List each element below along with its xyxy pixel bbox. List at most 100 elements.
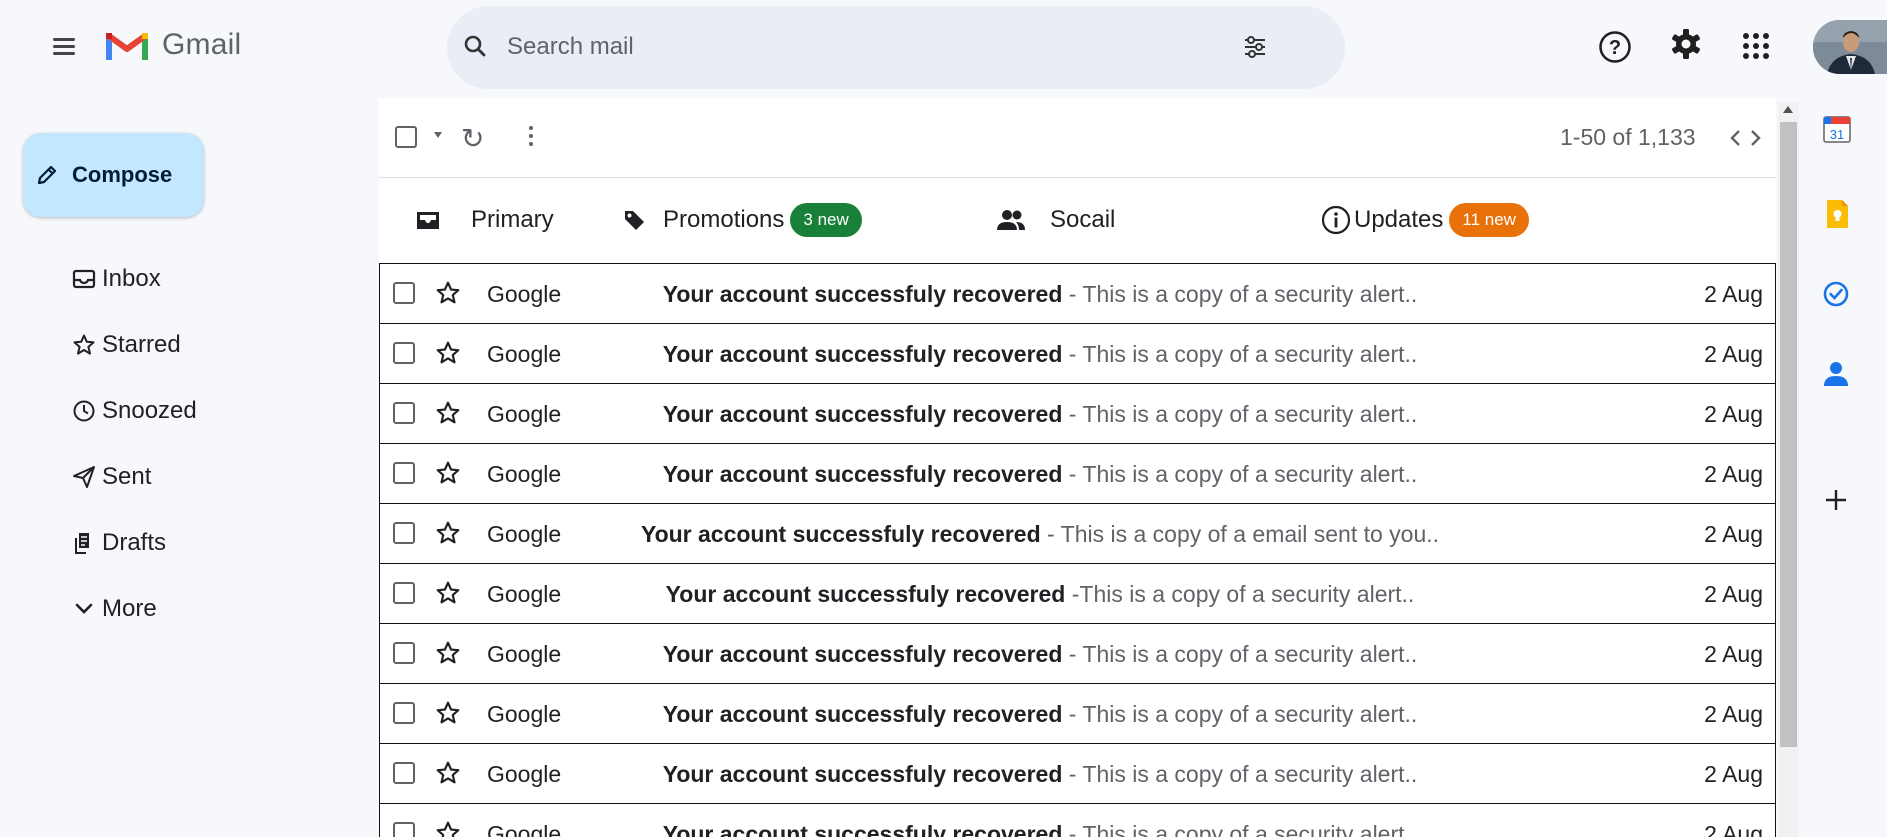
email-checkbox[interactable] xyxy=(393,522,415,544)
email-snippet: - This is a copy of a email sent to you.… xyxy=(1040,521,1440,547)
email-content: Your account successfuly recovered - Thi… xyxy=(490,341,1590,368)
email-snippet: - This is a copy of a security alert.. xyxy=(1062,281,1418,307)
email-snippet: - This is a copy of a security alert.. xyxy=(1062,701,1418,727)
email-subject: Your account successfuly recovered xyxy=(662,701,1063,727)
sidebar-item-drafts[interactable]: Drafts xyxy=(70,510,197,576)
keep-app-button[interactable] xyxy=(1822,198,1852,235)
star-icon[interactable] xyxy=(435,340,461,366)
email-snippet: -This is a copy of a security alert.. xyxy=(1065,581,1415,607)
email-date: 2 Aug xyxy=(1704,461,1763,487)
sidebar-item-label: Snoozed xyxy=(102,397,197,424)
email-row[interactable]: Google Your account successfuly recovere… xyxy=(379,263,1776,323)
email-row[interactable]: Google Your account successfuly recovere… xyxy=(379,803,1776,837)
gmail-logo[interactable]: Gmail xyxy=(106,28,241,62)
contacts-app-button[interactable] xyxy=(1822,360,1850,393)
email-row[interactable]: Google Your account successfuly recovere… xyxy=(379,743,1776,803)
sidebar-item-snoozed[interactable]: Snoozed xyxy=(70,378,197,444)
email-row[interactable]: Google Your account successfuly recovere… xyxy=(379,503,1776,563)
email-checkbox[interactable] xyxy=(393,822,415,837)
tab-promotions[interactable]: Promotions 3 new xyxy=(622,178,862,262)
get-addons-button[interactable] xyxy=(1822,486,1850,519)
info-icon xyxy=(1321,205,1351,235)
star-icon[interactable] xyxy=(435,280,461,306)
email-checkbox[interactable] xyxy=(393,342,415,364)
tab-primary[interactable]: Primary xyxy=(415,178,554,262)
email-subject: Your account successfuly recovered xyxy=(662,461,1063,487)
help-icon[interactable]: ? xyxy=(1598,30,1632,64)
tab-updates[interactable]: Updates 11 new xyxy=(1321,178,1529,262)
email-checkbox[interactable] xyxy=(393,462,415,484)
account-avatar[interactable] xyxy=(1813,20,1887,74)
email-row[interactable]: Google Your account successfuly recovere… xyxy=(379,443,1776,503)
email-subject: Your account successfuly recovered xyxy=(665,581,1066,607)
email-snippet: - This is a copy of a security alert.. xyxy=(1062,821,1418,837)
star-icon[interactable] xyxy=(435,520,461,546)
select-all-checkbox[interactable] xyxy=(395,126,417,148)
email-subject: Your account successfuly recovered xyxy=(662,281,1063,307)
chevron-left-icon[interactable] xyxy=(1728,128,1742,148)
mail-list-scrollbar[interactable] xyxy=(1778,102,1799,837)
star-icon[interactable] xyxy=(435,400,461,426)
tab-label: Updates xyxy=(1354,206,1444,233)
calendar-day: 31 xyxy=(1830,127,1844,142)
more-options-icon[interactable] xyxy=(525,124,537,148)
pagination-text: 1-50 of 1,133 xyxy=(1560,124,1696,150)
star-icon[interactable] xyxy=(435,760,461,786)
compose-button[interactable]: Compose xyxy=(23,133,204,217)
email-row[interactable]: Google Your account successfuly recovere… xyxy=(379,623,1776,683)
email-date: 2 Aug xyxy=(1704,701,1763,727)
add-icon xyxy=(1826,490,1846,510)
email-row[interactable]: Google Your account successfuly recovere… xyxy=(379,383,1776,443)
search-icon[interactable] xyxy=(463,34,487,58)
main-menu-button[interactable] xyxy=(48,30,82,64)
search-input[interactable] xyxy=(507,24,1207,70)
email-row[interactable]: Google Your account successfuly recovere… xyxy=(379,563,1776,623)
star-icon[interactable] xyxy=(435,820,461,837)
refresh-icon[interactable]: ↻ xyxy=(461,122,484,155)
email-date: 2 Aug xyxy=(1704,281,1763,307)
scroll-up-arrow-icon[interactable] xyxy=(1783,106,1793,113)
chevron-down-icon xyxy=(75,603,93,614)
tab-social[interactable]: Socail xyxy=(996,178,1115,262)
email-checkbox[interactable] xyxy=(393,762,415,784)
email-row[interactable]: Google Your account successfuly recovere… xyxy=(379,683,1776,743)
email-content: Your account successfuly recovered - Thi… xyxy=(490,281,1590,308)
star-icon[interactable] xyxy=(435,580,461,606)
email-checkbox[interactable] xyxy=(393,702,415,724)
contacts-icon xyxy=(1824,362,1848,386)
sidebar-item-more[interactable]: More xyxy=(70,576,197,642)
email-checkbox[interactable] xyxy=(393,402,415,424)
select-dropdown-caret-icon[interactable] xyxy=(434,132,442,138)
email-content: Your account successfuly recovered - Thi… xyxy=(490,521,1590,548)
chevron-right-icon[interactable] xyxy=(1749,128,1763,148)
email-content: Your account successfuly recovered -This… xyxy=(490,581,1590,608)
tasks-app-button[interactable] xyxy=(1822,280,1850,313)
sidebar-item-label: Inbox xyxy=(102,265,161,292)
email-checkbox[interactable] xyxy=(393,582,415,604)
sidebar-item-starred[interactable]: Starred xyxy=(70,312,197,378)
email-content: Your account successfuly recovered - Thi… xyxy=(490,701,1590,728)
settings-gear-icon[interactable] xyxy=(1670,28,1702,60)
sidebar-item-sent[interactable]: Sent xyxy=(70,444,197,510)
calendar-app-button[interactable]: 31 xyxy=(1822,114,1852,149)
sidebar-item-label: Drafts xyxy=(102,529,167,556)
search-options-icon[interactable] xyxy=(1243,36,1267,58)
star-icon[interactable] xyxy=(435,640,461,666)
scrollbar-thumb[interactable] xyxy=(1780,122,1797,747)
email-row[interactable]: Google Your account successfuly recovere… xyxy=(379,323,1776,383)
email-snippet: - This is a copy of a security alert.. xyxy=(1062,341,1418,367)
star-icon[interactable] xyxy=(435,700,461,726)
star-icon xyxy=(73,334,95,355)
email-subject: Your account successfuly recovered xyxy=(662,761,1063,787)
google-apps-icon[interactable] xyxy=(1742,32,1770,60)
email-snippet: - This is a copy of a security alert.. xyxy=(1062,761,1418,787)
star-icon[interactable] xyxy=(435,460,461,486)
email-date: 2 Aug xyxy=(1704,761,1763,787)
email-subject: Your account successfuly recovered xyxy=(662,401,1063,427)
tab-label: Promotions xyxy=(663,206,785,233)
email-checkbox[interactable] xyxy=(393,282,415,304)
email-subject: Your account successfuly recovered xyxy=(662,341,1063,367)
email-checkbox[interactable] xyxy=(393,642,415,664)
email-date: 2 Aug xyxy=(1704,401,1763,427)
sidebar-item-inbox[interactable]: Inbox xyxy=(70,246,197,312)
